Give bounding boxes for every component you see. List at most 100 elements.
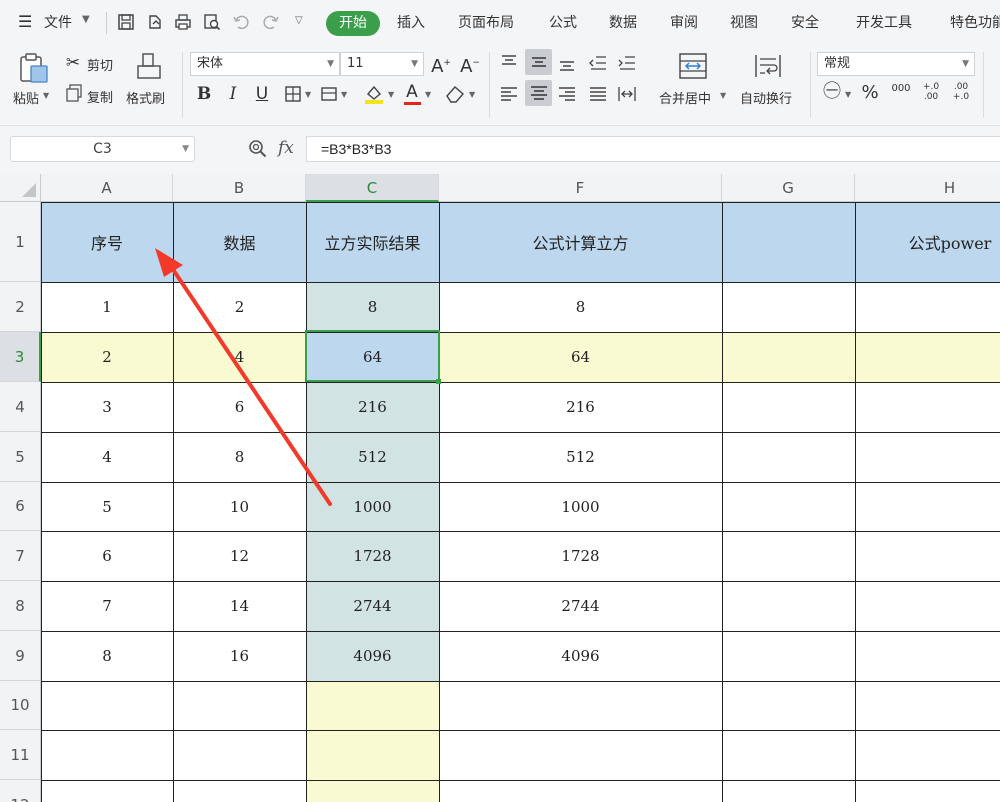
chevron-down-icon[interactable]: ▼ [425,90,431,99]
undo-icon[interactable] [232,13,250,31]
borders-icon[interactable] [284,85,302,103]
align-middle-button[interactable] [525,49,552,75]
hamburger-menu-icon[interactable]: ☰ [18,12,32,31]
divider [106,12,107,34]
name-box-value: C3 [93,141,112,157]
paste-dropdown-icon[interactable]: ▼ [43,91,49,100]
save-icon[interactable] [117,13,135,31]
align-center-button[interactable] [525,80,552,106]
wrap-text-icon[interactable] [753,52,783,80]
row-header-11[interactable]: 11 [0,730,41,780]
row-header-8[interactable]: 8 [0,581,41,631]
align-left-icon[interactable] [498,84,520,104]
align-middle-icon [532,57,546,67]
decrease-indent-icon[interactable] [587,53,609,73]
paste-icon[interactable] [17,52,49,84]
wrap-text-button[interactable]: 自动换行 [740,88,792,107]
merge-center-icon[interactable] [678,52,708,80]
chevron-down-icon[interactable]: ▼ [469,90,475,99]
eraser-icon[interactable] [444,84,466,104]
row-header-4[interactable]: 4 [0,382,41,432]
spreadsheet-grid[interactable]: A B C F G H 序号 数据 立方实际结果 公式计算立方 公式power 1 2 8 8 2… [0,174,1000,802]
print-preview-icon[interactable] [203,13,221,31]
align-top-icon[interactable] [498,53,520,73]
row-header-12[interactable]: 12 [0,780,41,802]
chevron-down-icon: ▼ [327,59,334,69]
row-header-5[interactable]: 5 [0,432,41,482]
row-header-9[interactable]: 9 [0,631,41,681]
tab-data[interactable]: 数据 [609,12,637,32]
cell-style-icon[interactable] [320,85,338,103]
number-format-select[interactable]: 常规 ▼ [817,52,975,76]
increase-font-size-icon[interactable]: A+ [430,53,452,77]
ribbon: 粘贴 ▼ ✂ 剪切 复制 格式刷 宋体 ▼ 11 ▼ A+ A− B I U ▼… [0,46,1000,126]
thousands-separator-button[interactable]: 000 [890,84,912,94]
font-size-select[interactable]: 11 ▼ [340,52,424,76]
font-color-icon[interactable]: A [402,82,422,102]
font-size-value: 11 [347,56,364,71]
row-header-3[interactable]: 3 [0,332,41,382]
font-name-select[interactable]: 宋体 ▼ [190,52,340,76]
decrease-decimal-button[interactable]: .00 +.0 [948,82,974,102]
align-right-icon[interactable] [556,84,578,104]
currency-icon[interactable]: ㊀ [821,82,843,102]
increase-decimal-button[interactable]: +.0 .00 [918,82,944,102]
zoom-function-icon[interactable] [248,139,268,159]
chevron-down-icon[interactable]: ▼ [388,90,394,99]
tab-home[interactable]: 开始 [326,11,380,36]
distributed-align-icon[interactable] [616,84,638,104]
copy-icon[interactable] [65,84,83,102]
chevron-down-icon[interactable]: ▼ [341,90,347,99]
tab-page-layout[interactable]: 页面布局 [458,12,514,32]
tab-special-features[interactable]: 特色功能 [950,12,1000,32]
row-header-7[interactable]: 7 [0,531,41,581]
merge-center-button[interactable]: 合并居中 [659,88,711,107]
fx-icon[interactable]: fx [278,138,294,158]
tab-view[interactable]: 视图 [730,12,758,32]
tab-review[interactable]: 审阅 [670,12,698,32]
tab-insert[interactable]: 插入 [397,12,425,32]
chevron-down-icon: ▼ [182,144,189,154]
print-icon[interactable] [174,13,192,31]
formula-bar: C3 ▼ fx =B3*B3*B3 [0,126,1000,174]
row-header-10[interactable]: 10 [0,681,41,730]
formula-input[interactable]: =B3*B3*B3 [306,136,1000,162]
divider [489,52,490,118]
row-header-1[interactable]: 1 [0,202,41,282]
fill-color-icon[interactable] [363,83,385,105]
font-name-value: 宋体 [197,56,224,71]
redo-icon[interactable] [262,13,280,31]
italic-button[interactable]: I [223,84,243,104]
cut-button[interactable]: 剪切 [87,55,113,74]
percent-button[interactable]: % [859,83,881,103]
chevron-down-icon[interactable]: ▼ [82,14,90,25]
chevron-down-icon[interactable]: ▼ [305,90,311,99]
tab-developer[interactable]: 开发工具 [856,12,912,32]
chevron-down-icon[interactable]: ▼ [720,91,726,100]
scissors-icon[interactable]: ✂ [63,53,83,73]
decrease-font-size-icon[interactable]: A− [459,53,481,77]
tab-formulas[interactable]: 公式 [549,12,577,32]
underline-button[interactable]: U [252,84,272,104]
divider [182,52,183,118]
annotation-arrow [155,248,332,506]
format-painter-button[interactable]: 格式刷 [126,88,165,107]
align-bottom-icon[interactable] [556,53,578,73]
number-format-value: 常规 [824,56,851,71]
justify-icon[interactable] [587,84,609,104]
format-painter-icon[interactable] [135,52,163,82]
divider [983,52,984,118]
divider [810,52,811,118]
customize-toolbar-icon[interactable]: ▽ [295,15,303,26]
paste-button[interactable]: 粘贴 [13,88,39,107]
name-box[interactable]: C3 ▼ [10,136,195,162]
tab-security[interactable]: 安全 [791,12,819,32]
row-header-2[interactable]: 2 [0,282,41,332]
bold-button[interactable]: B [194,84,214,104]
row-header-6[interactable]: 6 [0,482,41,531]
increase-indent-icon[interactable] [616,53,638,73]
file-menu[interactable]: 文件 [44,12,72,32]
copy-button[interactable]: 复制 [87,87,113,106]
chevron-down-icon[interactable]: ▼ [845,90,851,99]
export-icon[interactable] [146,13,164,31]
